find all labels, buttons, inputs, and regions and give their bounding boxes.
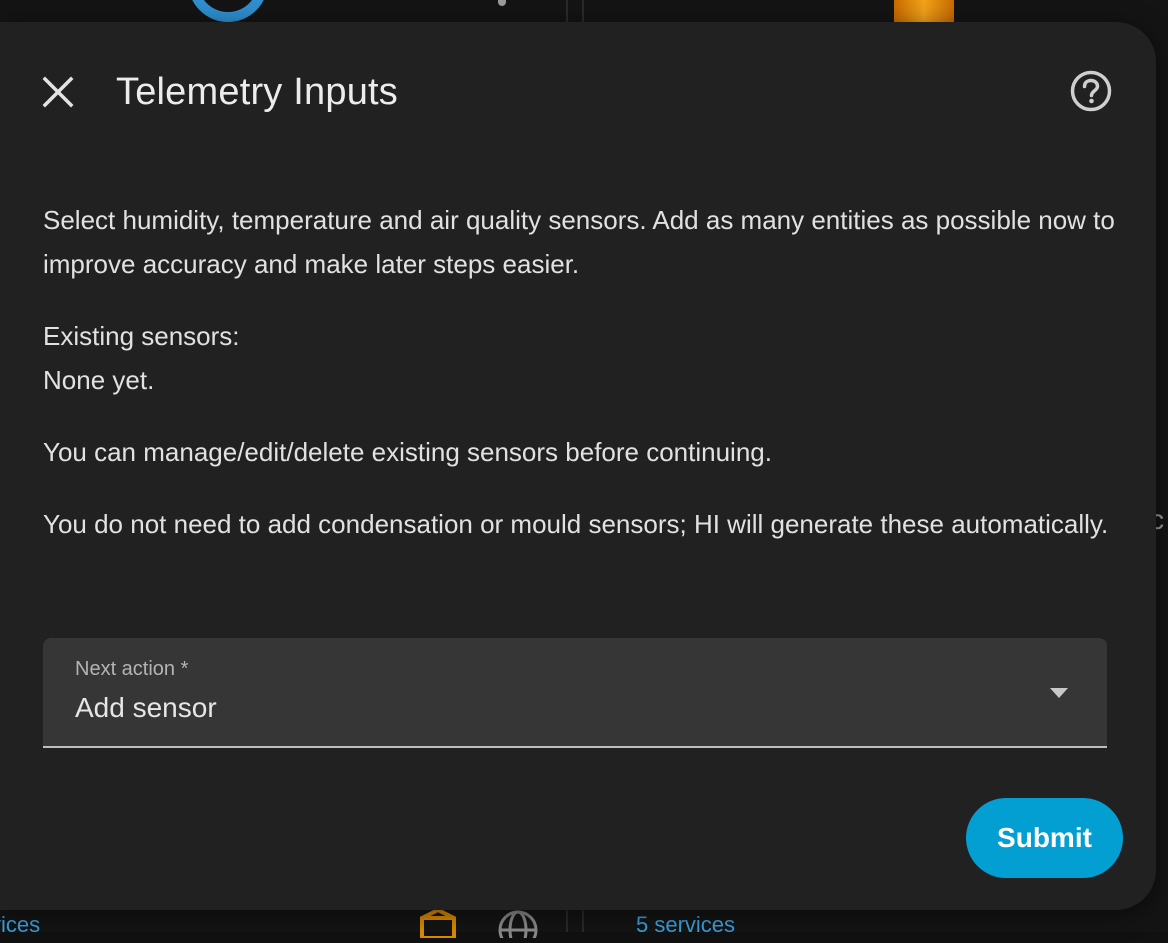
dialog-title: Telemetry Inputs <box>116 66 398 118</box>
existing-sensors-block: Existing sensors: None yet. <box>43 314 1123 402</box>
background-menu-icon <box>498 0 506 6</box>
existing-sensors-label: Existing sensors: <box>43 321 240 351</box>
next-action-select[interactable]: Next action * Add sensor <box>43 638 1107 748</box>
background-services-link[interactable]: 5 services <box>636 912 735 938</box>
dialog-description: Select humidity, temperature and air qua… <box>43 198 1123 574</box>
note-text: You do not need to add condensation or m… <box>43 502 1123 546</box>
manage-text: You can manage/edit/delete existing sens… <box>43 430 1123 474</box>
telemetry-inputs-dialog: Telemetry Inputs Select humidity, temper… <box>0 22 1156 910</box>
background-services-link[interactable]: vices <box>0 912 40 938</box>
close-button[interactable] <box>34 68 82 116</box>
submit-button[interactable]: Submit <box>966 798 1123 878</box>
existing-sensors-value: None yet. <box>43 365 154 395</box>
help-circle-icon <box>1070 70 1112 112</box>
next-action-label: Next action * <box>75 658 188 681</box>
globe-icon <box>498 908 538 938</box>
background-logo-icon <box>188 0 268 22</box>
help-button[interactable] <box>1066 66 1116 116</box>
intro-text: Select humidity, temperature and air qua… <box>43 198 1123 286</box>
next-action-value: Add sensor <box>75 692 217 724</box>
background-image-icon <box>894 0 954 22</box>
dropdown-arrow-icon <box>1047 686 1071 700</box>
close-icon <box>42 76 74 108</box>
package-icon <box>418 908 458 938</box>
